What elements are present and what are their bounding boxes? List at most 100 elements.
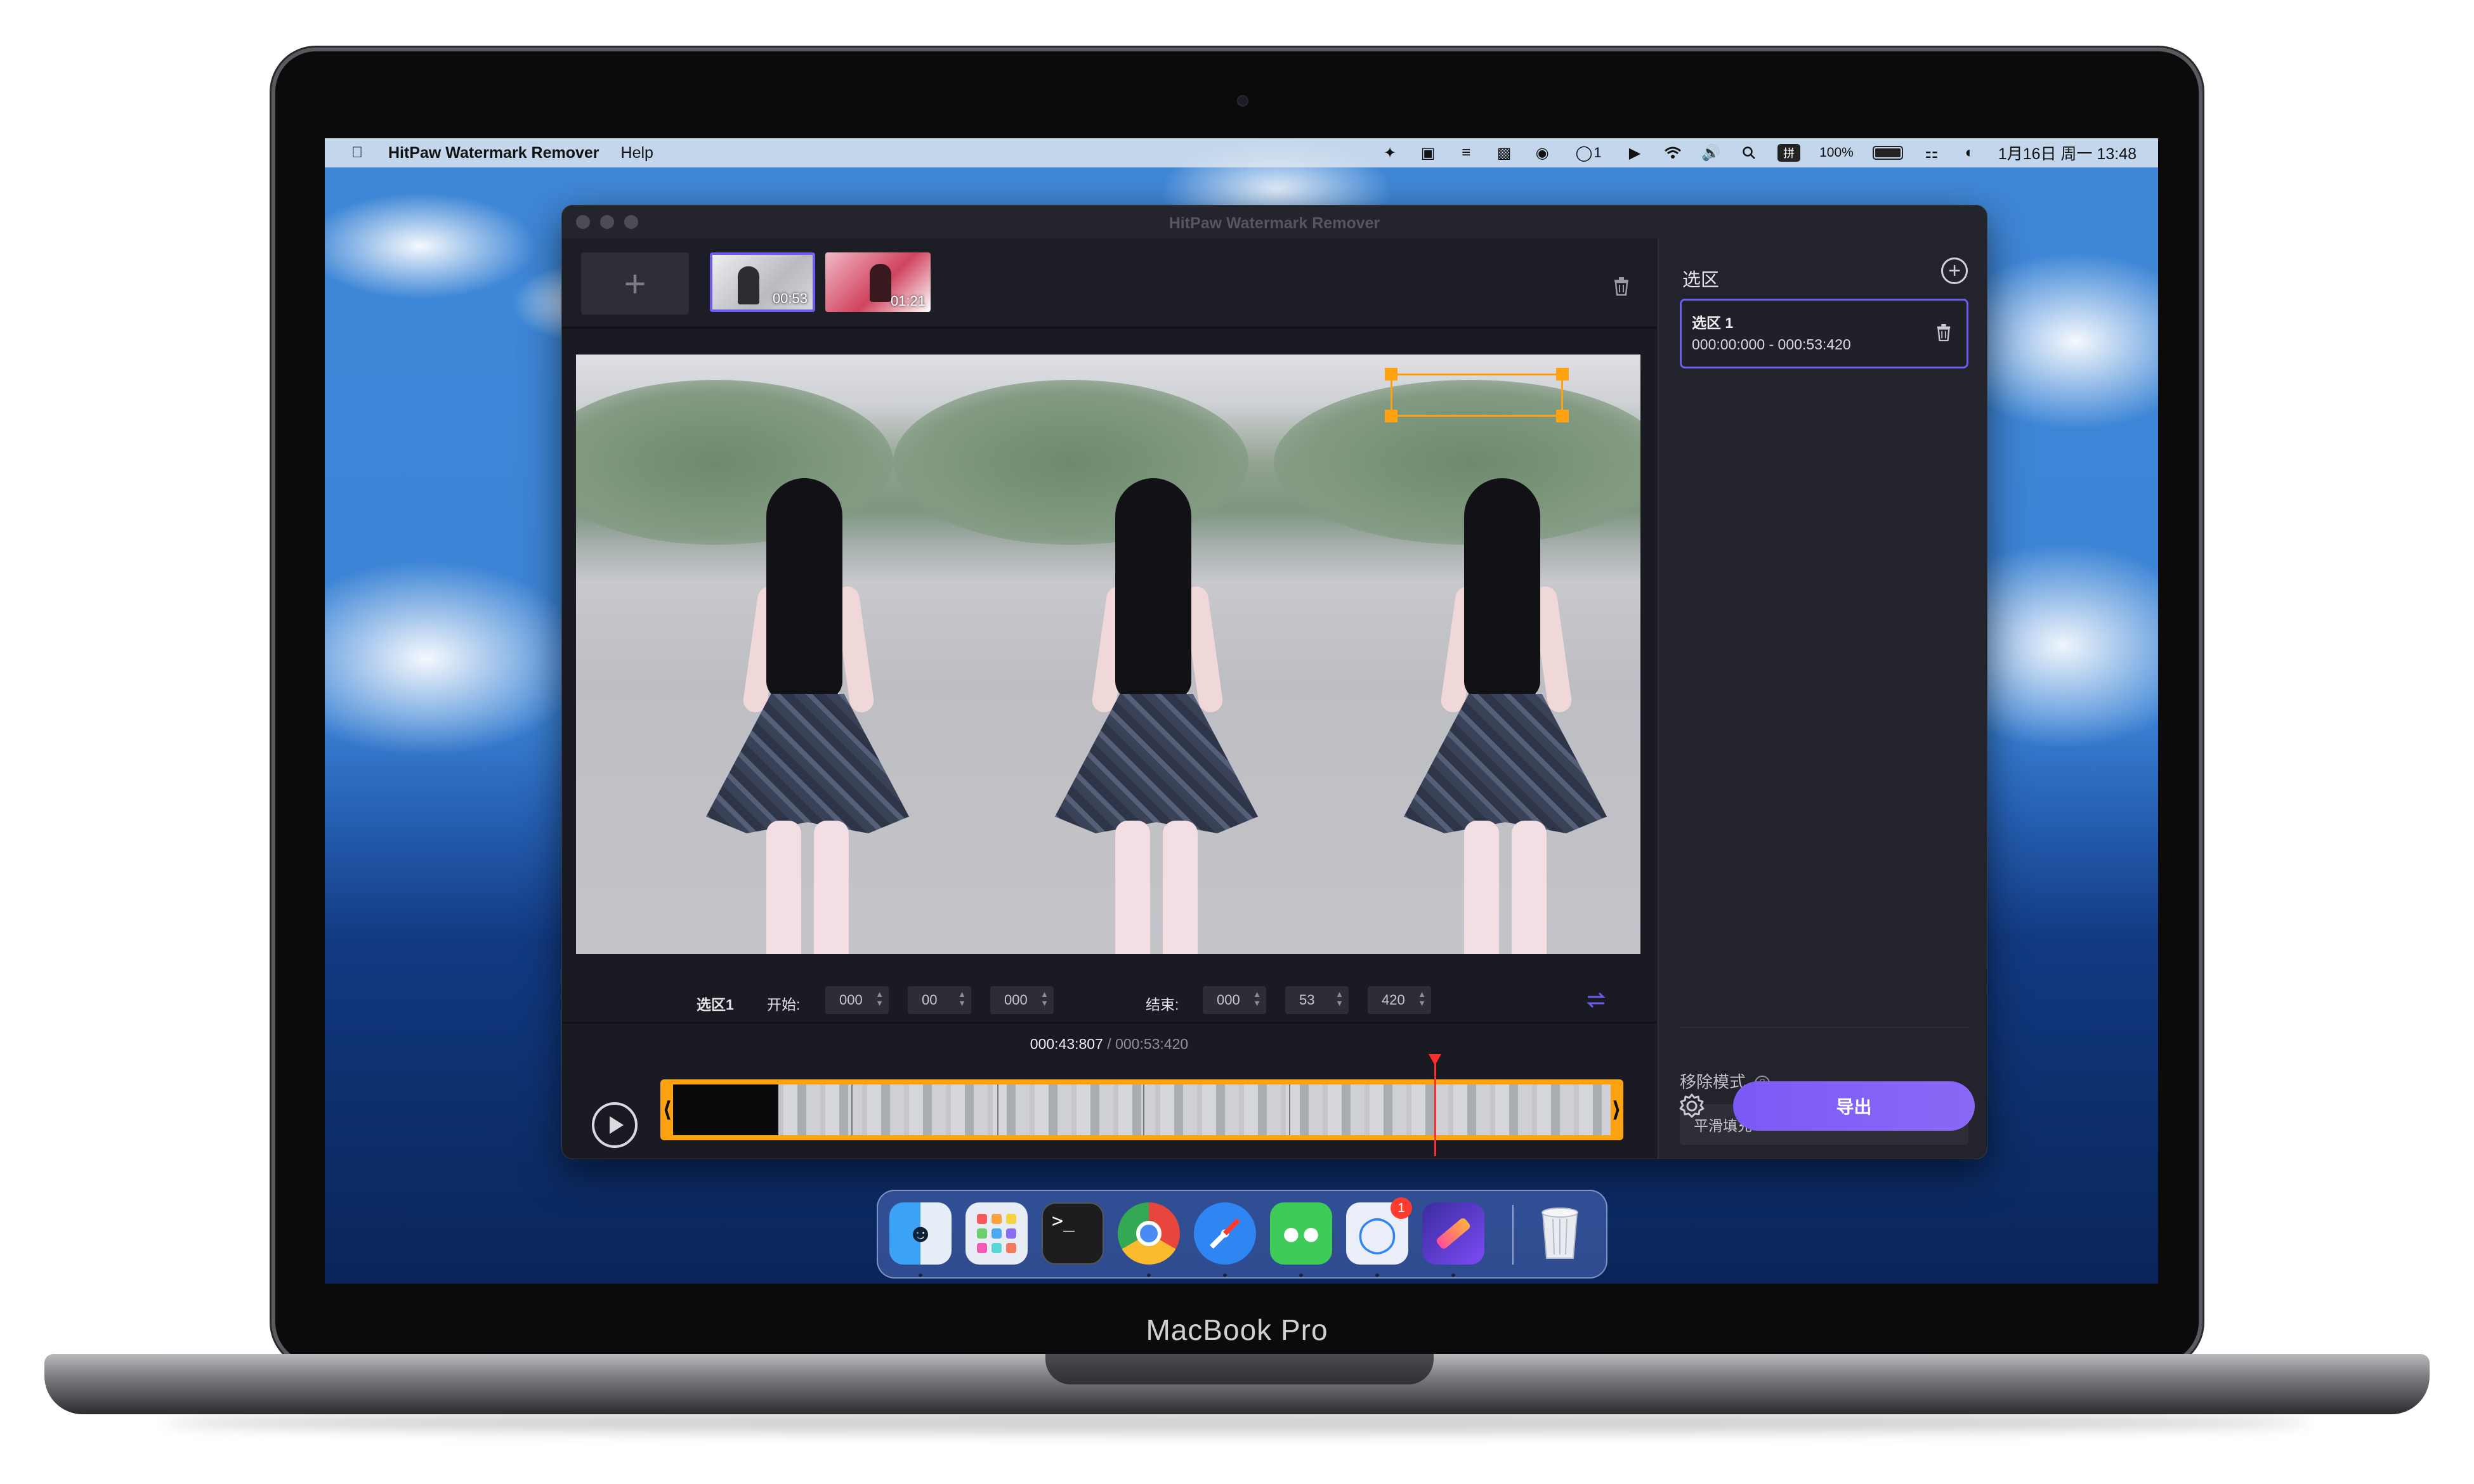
stepper-arrows-icon[interactable]: ▲ ▼ xyxy=(875,990,884,1008)
dock-separator xyxy=(1512,1205,1514,1265)
gear-icon xyxy=(1679,1093,1705,1118)
chat-count: 1 xyxy=(1594,145,1602,160)
filmstrip-frames xyxy=(778,1084,1611,1135)
end-time-field[interactable]: 420 ▲ ▼ xyxy=(1368,986,1431,1014)
start-minutes-value: 000 xyxy=(839,992,863,1008)
start-seconds-value: 00 xyxy=(922,992,938,1008)
photo-app-icon[interactable]: ▣ xyxy=(1418,145,1437,162)
settings-button[interactable] xyxy=(1676,1090,1708,1122)
stepper-arrows-icon[interactable]: ▲ ▼ xyxy=(1335,990,1344,1008)
camera xyxy=(1237,95,1248,107)
wechat-icon[interactable]: ●● xyxy=(1270,1202,1332,1277)
timeline-divider xyxy=(562,1022,1656,1024)
control-toggle-icon[interactable]: ≡ xyxy=(1456,144,1476,161)
menu-app-name[interactable]: HitPaw Watermark Remover xyxy=(388,144,599,162)
playhead[interactable] xyxy=(1434,1058,1436,1156)
add-region-button[interactable]: + xyxy=(1941,257,1968,284)
play-icon xyxy=(610,1116,624,1134)
video-preview[interactable] xyxy=(576,355,1640,954)
laptop-shadow xyxy=(165,1411,2309,1434)
spotlight-search-icon[interactable] xyxy=(1739,145,1758,161)
playback-time: 000:43:807 / 000:53:420 xyxy=(562,1036,1656,1053)
play-button[interactable] xyxy=(592,1102,638,1148)
menu-help[interactable]: Help xyxy=(621,144,653,162)
screen-share-icon[interactable]: ▩ xyxy=(1495,145,1514,162)
laptop-notch xyxy=(1045,1354,1434,1384)
end-seconds-value: 53 xyxy=(1299,992,1315,1008)
region-range: 000:00:000 - 000:53:420 xyxy=(1692,336,1851,353)
stepper-arrows-icon[interactable]: ▲ ▼ xyxy=(1418,990,1426,1008)
thumbnail-image xyxy=(870,264,891,302)
delete-media-button[interactable] xyxy=(1610,273,1633,299)
siri-icon[interactable]: ◐ xyxy=(1960,144,1979,161)
play-status-icon[interactable]: ▶ xyxy=(1625,145,1644,162)
editor-area: + 00:53 01:21 选区1 开始: 000 ▲ ▼ 00 ▲ ▼ 000… xyxy=(562,238,1656,1159)
swap-icon xyxy=(1587,992,1606,1008)
menu-clock[interactable]: 1月16日 周一 13:48 xyxy=(1998,141,2137,164)
wifi-icon[interactable] xyxy=(1663,145,1682,161)
export-button[interactable]: 导出 xyxy=(1733,1081,1975,1131)
start-time-field[interactable]: 000 ▲ ▼ xyxy=(825,986,889,1014)
apple-icon[interactable]:  xyxy=(348,144,367,161)
region-time-row: 选区1 开始: 000 ▲ ▼ 00 ▲ ▼ 000 ▲ ▼ 结束: 000 ▲ ▼ 53 ▲ ▼ … xyxy=(562,984,1656,1015)
swap-button[interactable] xyxy=(1583,987,1609,1013)
start-time-field[interactable]: 00 ▲ ▼ xyxy=(908,986,971,1014)
finder-icon[interactable]: ☻ xyxy=(889,1202,952,1277)
resize-handle[interactable] xyxy=(1385,410,1397,422)
stepper-arrows-icon[interactable]: ▲ ▼ xyxy=(958,990,966,1008)
wechat-status-icon[interactable]: ◉ xyxy=(1533,145,1552,162)
regions-title: 选区 xyxy=(1682,270,1720,290)
end-label: 结束: xyxy=(1146,996,1179,1013)
chat-status-icon[interactable]: ◯ 1 xyxy=(1571,145,1606,162)
trash-icon xyxy=(1614,277,1628,296)
removal-mode-text: 移除模式 xyxy=(1680,1072,1746,1091)
menu-bar:  HitPaw Watermark Remover Help ✦ ▣ ≡ ▩ … xyxy=(325,138,2158,167)
watermark-selection-box[interactable] xyxy=(1385,368,1569,422)
battery-icon[interactable] xyxy=(1872,146,1903,160)
media-thumbnail[interactable]: 01:21 xyxy=(825,252,931,312)
thumbnail-duration: 01:21 xyxy=(890,293,926,309)
notification-badge: 1 xyxy=(1391,1197,1412,1219)
region-item[interactable]: 选区 1 000:00:000 - 000:53:420 xyxy=(1680,299,1968,368)
media-strip: + 00:53 01:21 xyxy=(562,238,1656,329)
safari-icon[interactable] xyxy=(1194,1202,1256,1277)
regions-panel: 选区 + 选区 1 000:00:000 - 000:53:420 移除模式? … xyxy=(1658,238,1987,1159)
messages-icon[interactable]: ◯ 1 xyxy=(1346,1197,1412,1277)
input-method-icon[interactable]: 拼 xyxy=(1777,144,1801,162)
window-title: HitPaw Watermark Remover xyxy=(1168,214,1380,232)
thumbnail-image xyxy=(738,266,759,304)
delete-region-button[interactable] xyxy=(1932,320,1955,345)
terminal-icon[interactable]: >_ xyxy=(1042,1202,1104,1265)
trash-icon[interactable] xyxy=(1529,1202,1591,1265)
panel-divider xyxy=(1680,1027,1968,1028)
stepper-arrows-icon[interactable]: ▲ ▼ xyxy=(1040,990,1049,1008)
region-name: 选区 1 xyxy=(1692,315,1734,331)
start-label: 开始: xyxy=(767,996,801,1013)
trim-start-handle[interactable]: ⟨ xyxy=(662,1097,672,1123)
thumbnail-duration: 00:53 xyxy=(772,290,808,306)
brand-label: MacBook Pro xyxy=(1146,1313,1328,1346)
trim-end-handle[interactable]: ⟩ xyxy=(1611,1097,1621,1123)
resize-handle[interactable] xyxy=(1556,410,1569,422)
start-time-field[interactable]: 000 ▲ ▼ xyxy=(990,986,1054,1014)
video-frame-figure xyxy=(684,478,925,954)
hitpaw-icon[interactable] xyxy=(1422,1202,1484,1277)
resize-handle[interactable] xyxy=(1385,368,1397,381)
plus-icon: + xyxy=(1948,258,1961,283)
resize-handle[interactable] xyxy=(1556,368,1569,381)
start-ms-value: 000 xyxy=(1004,992,1028,1008)
timeline-track[interactable]: ⟨ ⟩ xyxy=(660,1079,1623,1140)
screen:  HitPaw Watermark Remover Help ✦ ▣ ≡ ▩ … xyxy=(325,138,2158,1284)
region-time-label: 选区1 xyxy=(697,996,734,1013)
stepper-arrows-icon[interactable]: ▲ ▼ xyxy=(1253,990,1261,1008)
media-thumbnail[interactable]: 00:53 xyxy=(710,252,815,312)
chrome-icon[interactable] xyxy=(1118,1202,1180,1277)
end-time-field[interactable]: 53 ▲ ▼ xyxy=(1285,986,1349,1014)
end-time-field[interactable]: 000 ▲ ▼ xyxy=(1203,986,1266,1014)
volume-icon[interactable]: 🔊 xyxy=(1701,145,1720,162)
launchpad-icon[interactable] xyxy=(965,1202,1028,1265)
control-center-icon[interactable]: ⚏ xyxy=(1922,145,1941,162)
end-ms-value: 420 xyxy=(1382,992,1405,1008)
add-media-button[interactable]: + xyxy=(581,252,689,315)
bolt-icon[interactable]: ✦ xyxy=(1380,145,1399,162)
